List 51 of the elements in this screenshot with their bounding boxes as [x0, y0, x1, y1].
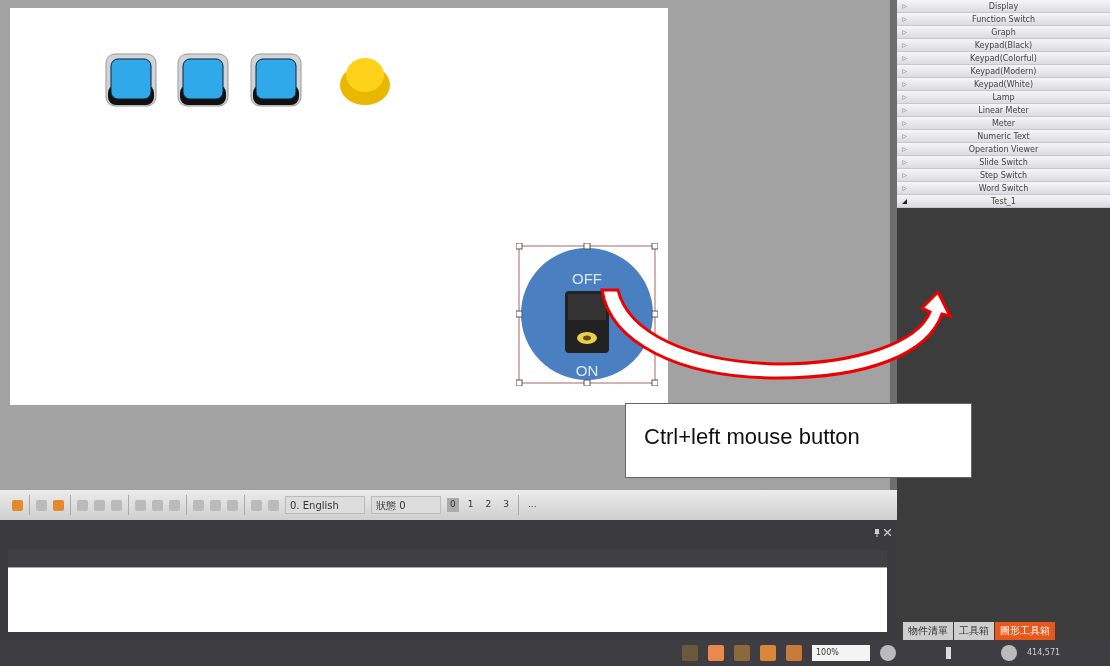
switch-label: OFF — [572, 270, 602, 287]
list-item[interactable]: Lamp — [992, 93, 1015, 102]
panel-tab[interactable]: 物件清單 — [903, 622, 953, 640]
list-item[interactable]: Step Switch — [979, 171, 1028, 180]
panel-tab[interactable]: 圖形工具箱 — [995, 622, 1055, 640]
zoom-slider-thumb[interactable] — [946, 647, 951, 659]
page-tab[interactable]: 1 — [464, 498, 477, 512]
list-item[interactable]: Slide Switch — [979, 158, 1028, 167]
coordinates-text: 414,571 — [1027, 647, 1061, 659]
toolbar-icon[interactable] — [94, 499, 105, 511]
toolbar-icon[interactable] — [227, 499, 238, 511]
more-button[interactable]: ... — [524, 498, 540, 512]
page-tab[interactable]: 2 — [482, 498, 495, 512]
list-item[interactable]: Keypad(White) — [973, 80, 1034, 89]
toolbar-icon[interactable] — [12, 499, 23, 511]
close-icon[interactable] — [884, 529, 891, 536]
page-tab[interactable]: 0 — [447, 498, 459, 512]
list-item[interactable]: Word Switch — [978, 184, 1029, 193]
toolbar-icon[interactable] — [251, 499, 262, 511]
panel-tab[interactable]: 工具箱 — [954, 622, 994, 640]
zoom-dropdown[interactable]: 100% — [812, 645, 870, 661]
list-item[interactable]: Meter — [991, 119, 1016, 128]
toolbar-icon[interactable] — [210, 499, 221, 511]
list-item[interactable]: Numeric Text — [977, 132, 1030, 141]
page-tab[interactable]: 3 — [500, 498, 512, 512]
switch-label: ON — [575, 362, 599, 379]
toolbar-icon[interactable] — [36, 499, 47, 511]
state-dropdown[interactable]: 狀態 0 — [371, 496, 441, 514]
zoom-out-icon[interactable] — [880, 645, 896, 661]
toolbar-icon[interactable] — [152, 499, 163, 511]
expander-icon[interactable] — [902, 199, 907, 204]
push-button-graphic — [105, 53, 157, 107]
list-item[interactable]: Keypad(Black) — [974, 41, 1033, 50]
list-item[interactable]: Test_1 — [991, 197, 1016, 206]
callout-text: Ctrl+left mouse button — [625, 403, 972, 478]
toolbar-icon[interactable] — [77, 499, 88, 511]
toolbar-icon[interactable] — [268, 499, 279, 511]
toolbar-icon[interactable] — [169, 499, 180, 511]
list-item[interactable]: Linear Meter — [978, 106, 1029, 115]
list-item[interactable]: Display — [988, 2, 1019, 11]
push-button-graphic — [250, 53, 302, 107]
language-dropdown[interactable]: 0. English — [285, 496, 365, 514]
list-item[interactable]: Graph — [991, 28, 1016, 37]
zoom-in-icon[interactable] — [1001, 645, 1017, 661]
push-button-graphic — [177, 53, 229, 107]
pin-icon[interactable] — [873, 528, 881, 537]
toolbar-icon[interactable] — [135, 499, 146, 511]
toolbar-icon[interactable] — [111, 499, 122, 511]
toolbar-icon[interactable] — [193, 499, 204, 511]
toggle-switch-graphic[interactable] — [516, 243, 658, 386]
toolbar-icon[interactable] — [53, 499, 64, 511]
